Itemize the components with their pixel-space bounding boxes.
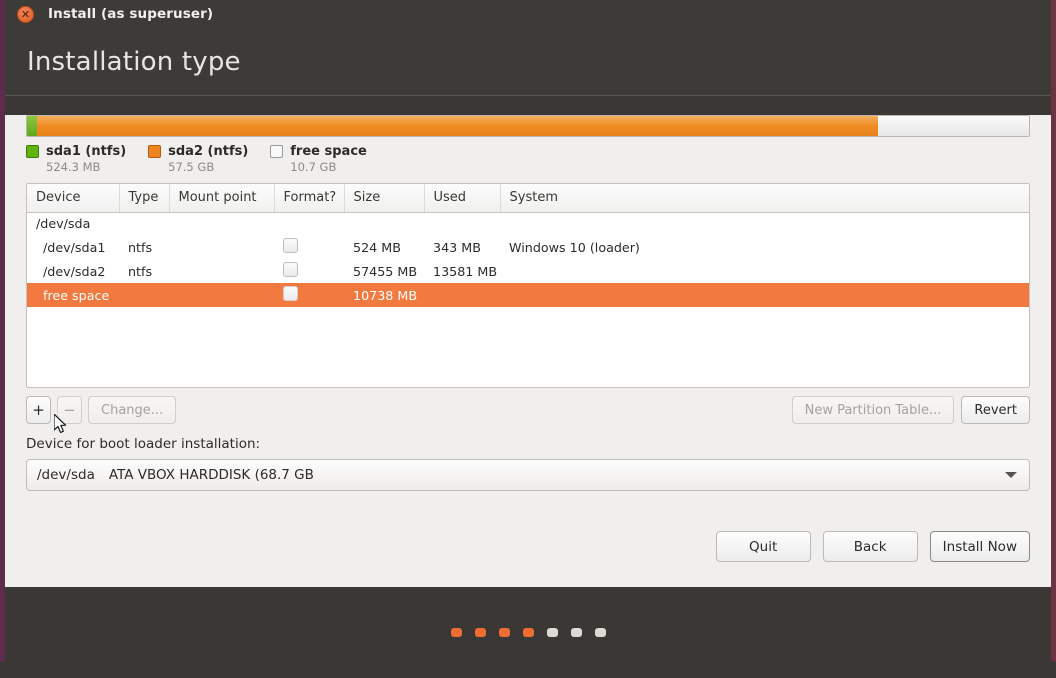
cell-format <box>274 259 344 283</box>
legend-size: 57.5 GB <box>168 160 215 174</box>
install-now-button[interactable]: Install Now <box>929 531 1030 562</box>
chevron-down-icon[interactable] <box>1005 472 1017 478</box>
cell-used <box>424 212 500 235</box>
table-body: /dev/sda/dev/sda1 ntfs 524 MB 343 MB Windows… <box>27 212 1029 307</box>
legend-item-header: free space <box>270 144 367 159</box>
change-partition-button[interactable]: Change... <box>88 396 177 424</box>
cell-system <box>500 283 1029 307</box>
format-checkbox[interactable] <box>283 238 298 253</box>
cell-system: Windows 10 (loader) <box>509 239 640 255</box>
cell-mount-point <box>169 235 274 259</box>
cell-format <box>274 235 344 259</box>
column-header-system[interactable]: System <box>500 184 1029 213</box>
add-partition-button[interactable]: + <box>26 396 51 424</box>
bootloader-device-description: ATA VBOX HARDDISK (68.7 GB <box>108 467 314 483</box>
progress-dot <box>522 628 534 637</box>
legend-swatch-icon <box>26 145 39 158</box>
column-header-device[interactable]: Device <box>27 184 120 213</box>
footer <box>5 587 1051 678</box>
format-checkbox[interactable] <box>283 286 298 301</box>
table-row[interactable]: free space 10738 MB <box>27 283 1029 307</box>
progress-dot <box>594 628 606 637</box>
progress-dot <box>498 628 510 637</box>
legend-label: sda2 (ntfs) <box>168 144 249 159</box>
cell-device: /dev/sda <box>36 216 91 232</box>
progress-dot <box>570 628 582 637</box>
progress-dots <box>450 628 606 637</box>
legend-size: 10.7 GB <box>290 160 337 174</box>
column-header-size[interactable]: Size <box>344 184 425 213</box>
cell-device: free space <box>27 283 119 307</box>
main-content: sda1 (ntfs) 524.3 MB sda2 (ntfs) 57.5 GB fre… <box>5 115 1051 587</box>
back-button[interactable]: Back <box>822 531 918 562</box>
table-row[interactable]: /dev/sda <box>27 212 1029 235</box>
cell-system <box>500 259 1029 283</box>
table-header-row: Device Type Mount point Format? Size Used Syst… <box>27 184 1029 213</box>
partition-bar-segment-free-space <box>877 116 1029 136</box>
column-header-format[interactable]: Format? <box>274 184 345 213</box>
legend-item: sda2 (ntfs) 57.5 GB <box>148 144 248 174</box>
legend-item-header: sda2 (ntfs) <box>148 144 248 159</box>
format-checkbox[interactable] <box>283 262 298 277</box>
page-header: Installation type <box>5 28 1051 96</box>
wizard-actions: Quit Back Install Now <box>704 531 1030 562</box>
column-header-type[interactable]: Type <box>119 184 170 213</box>
cell-mount-point <box>169 259 274 283</box>
table-row[interactable]: /dev/sda2 ntfs 57455 MB 13581 MB <box>27 259 1029 283</box>
cell-system <box>500 212 1029 235</box>
installer-window: ✕ Install (as superuser) Installation ty… <box>0 0 1056 678</box>
column-header-mount-point[interactable]: Mount point <box>169 184 275 213</box>
progress-dot <box>546 628 558 637</box>
legend-item-header: sda1 (ntfs) <box>26 144 126 159</box>
window-title: Install (as superuser) <box>48 6 214 22</box>
cell-mount-point <box>169 212 274 235</box>
revert-button[interactable]: Revert <box>961 396 1030 424</box>
cell-size: 10738 MB <box>344 283 424 307</box>
cell-size: 57455 MB <box>353 263 418 279</box>
partition-toolbar: + − Change... New Partition Table... Rev… <box>26 396 1030 434</box>
legend-item: free space 10.7 GB <box>270 144 367 174</box>
legend-swatch-icon <box>148 145 162 158</box>
legend-size: 524.3 MB <box>46 160 101 174</box>
cell-type <box>119 212 169 235</box>
remove-partition-button[interactable]: − <box>57 396 82 424</box>
progress-dot <box>450 628 462 637</box>
cell-type: ntfs <box>128 239 153 255</box>
legend-label: sda1 (ntfs) <box>46 144 127 159</box>
cell-type <box>119 283 169 307</box>
cell-used: 343 MB <box>433 239 481 255</box>
partition-table-actions: New Partition Table... Revert <box>785 396 1030 424</box>
cell-type: ntfs <box>128 263 153 279</box>
cell-device: /dev/sda1 <box>43 239 106 255</box>
cell-used <box>424 283 500 307</box>
quit-button[interactable]: Quit <box>715 531 811 562</box>
cell-used: 13581 MB <box>433 263 498 279</box>
table-row[interactable]: /dev/sda1 ntfs 524 MB 343 MB Windows 10 (loa… <box>27 235 1029 259</box>
partition-table: Device Type Mount point Format? Size Used Syst… <box>27 184 1029 307</box>
cell-mount-point <box>169 283 274 307</box>
cell-size: 524 MB <box>353 239 401 255</box>
legend-label: free space <box>290 144 367 159</box>
bootloader-label: Device for boot loader installation: <box>26 436 261 452</box>
partition-table-container[interactable]: Device Type Mount point Format? Size Used Syst… <box>26 183 1030 388</box>
cell-device: /dev/sda2 <box>43 263 106 279</box>
bootloader-device-value: /dev/sda <box>37 467 95 483</box>
column-header-used[interactable]: Used <box>424 184 501 213</box>
title-bar: ✕ Install (as superuser) <box>5 0 1051 28</box>
cell-format <box>274 212 344 235</box>
progress-dot <box>474 628 486 637</box>
page-title: Installation type <box>27 46 241 77</box>
partition-bar <box>26 115 1030 137</box>
partition-bar-segment-sda1 <box>27 116 38 136</box>
cell-format <box>274 283 344 307</box>
legend-item: sda1 (ntfs) 524.3 MB <box>26 144 126 174</box>
table-header: Device Type Mount point Format? Size Used Syst… <box>27 184 1029 213</box>
partition-bar-segment-sda2 <box>37 116 878 136</box>
legend-swatch-icon <box>270 145 284 158</box>
new-partition-table-button[interactable]: New Partition Table... <box>791 396 955 424</box>
close-icon[interactable]: ✕ <box>17 5 34 23</box>
cell-size <box>344 212 424 235</box>
bootloader-device-select[interactable]: /dev/sda ATA VBOX HARDDISK (68.7 GB <box>26 459 1030 491</box>
partition-legend: sda1 (ntfs) 524.3 MB sda2 (ntfs) 57.5 GB fre… <box>26 144 1030 174</box>
